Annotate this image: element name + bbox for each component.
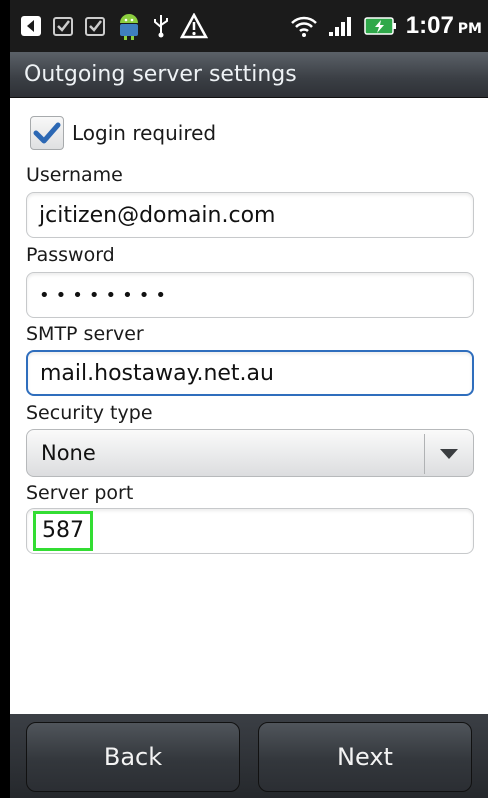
clock-time: 1:07 — [405, 12, 454, 39]
next-button[interactable]: Next — [258, 722, 472, 792]
server-port-field[interactable]: 587 — [26, 508, 474, 554]
password-field[interactable]: •••••••• — [26, 272, 474, 318]
status-bar: 1:07 PM — [10, 0, 488, 52]
clock-ampm: PM — [457, 21, 482, 37]
signal-icon — [328, 15, 354, 37]
security-type-select[interactable]: None — [26, 429, 474, 477]
port-highlight-box: 587 — [33, 511, 93, 551]
login-required-row[interactable]: Login required — [30, 116, 216, 150]
warning-icon — [180, 13, 208, 39]
security-type-label: Security type — [26, 402, 153, 424]
smtp-server-field[interactable]: mail.hostaway.net.au — [26, 350, 474, 396]
password-label: Password — [26, 244, 115, 266]
login-required-checkbox[interactable] — [30, 116, 64, 150]
page-title: Outgoing server settings — [24, 62, 297, 87]
bottom-button-bar: Back Next — [10, 714, 488, 798]
password-value: •••••••• — [39, 284, 172, 306]
checkbox-notification-icon — [52, 15, 74, 37]
select-divider — [424, 434, 425, 474]
dropdown-arrow-icon — [440, 449, 458, 459]
title-bar: Outgoing server settings — [10, 52, 488, 98]
server-port-label: Server port — [26, 482, 134, 504]
username-value: jcitizen@domain.com — [39, 202, 276, 228]
username-field[interactable]: jcitizen@domain.com — [26, 192, 474, 238]
settings-form: Login required Username jcitizen@domain.… — [10, 98, 488, 714]
battery-charging-icon — [364, 15, 398, 37]
android-icon — [116, 11, 142, 41]
smtp-server-label: SMTP server — [26, 323, 144, 345]
smtp-server-value: mail.hostaway.net.au — [40, 360, 274, 386]
checkbox-notification-icon — [84, 15, 106, 37]
usb-icon — [152, 13, 170, 39]
server-port-value: 587 — [42, 518, 84, 543]
wifi-icon — [290, 14, 318, 38]
checkmark-icon — [33, 122, 61, 144]
back-button[interactable]: Back — [26, 722, 240, 792]
login-required-label: Login required — [72, 121, 217, 145]
back-arrow-icon — [20, 15, 42, 37]
username-label: Username — [26, 164, 123, 186]
security-type-value: None — [41, 441, 96, 465]
